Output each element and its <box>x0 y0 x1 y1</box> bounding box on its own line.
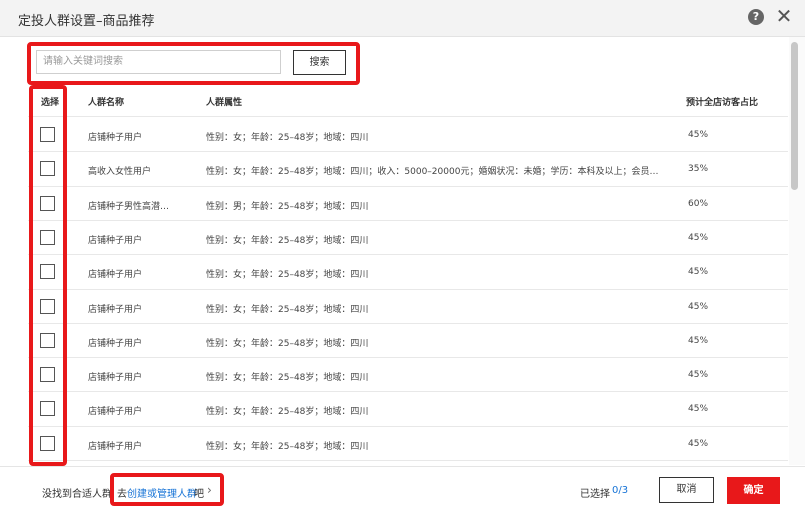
row-checkbox[interactable] <box>40 298 55 314</box>
search-button[interactable]: 搜索 <box>293 50 346 75</box>
row-name: 店铺种子男性高潜… <box>88 201 170 212</box>
header-attributes: 人群属性 <box>206 98 243 108</box>
row-ratio: 45% <box>688 130 709 140</box>
row-name: 店铺种子用户 <box>88 441 143 452</box>
row-attributes: 性别：女；年龄：25–48岁；地域：四川 <box>206 235 369 246</box>
dialog-titlebar: 定投人群设置–商品推荐 ? ✕ <box>0 0 805 37</box>
row-checkbox[interactable] <box>40 367 55 383</box>
row-divider <box>28 151 788 153</box>
row-attributes: 性别：女；年龄：25–48岁；地域：四川 <box>206 338 369 349</box>
manage-crowd-link[interactable]: 创建或管理人群 <box>127 485 197 500</box>
row-attributes: 性别：男；年龄：25–48岁；地域：四川 <box>206 201 369 212</box>
row-divider <box>28 254 788 256</box>
search-placeholder: 请输入关键词搜索 <box>43 56 123 67</box>
footer-link-suffix: 吧 <box>194 489 204 500</box>
row-attributes: 性别：女；年龄：25–48岁；地域：四川 <box>206 304 369 315</box>
cancel-button[interactable]: 取消 <box>659 477 714 503</box>
row-checkbox[interactable] <box>40 264 55 280</box>
row-ratio: 45% <box>688 335 709 346</box>
row-name: 店铺种子用户 <box>88 373 143 384</box>
row-attributes: 性别：女；年龄：25–48岁；地域：四川 <box>206 407 369 418</box>
row-ratio: 45% <box>688 301 709 312</box>
search-input[interactable]: 请输入关键词搜索 <box>36 50 281 74</box>
row-ratio: 45% <box>688 267 709 278</box>
footer-link-prefix: 去 <box>117 489 127 500</box>
row-name: 店铺种子用户 <box>88 407 143 418</box>
row-ratio: 45% <box>688 404 709 415</box>
row-checkbox[interactable] <box>40 332 55 348</box>
row-name: 店铺种子用户 <box>88 304 143 315</box>
row-checkbox[interactable] <box>40 195 55 211</box>
row-checkbox[interactable] <box>40 127 55 142</box>
row-ratio: 35% <box>688 164 709 175</box>
row-name: 店铺种子用户 <box>88 235 143 246</box>
row-name: 高收入女性用户 <box>88 167 152 178</box>
header-name: 人群名称 <box>88 98 125 108</box>
row-divider <box>28 288 788 290</box>
row-ratio: 45% <box>688 438 709 449</box>
row-divider <box>28 322 788 324</box>
row-attributes: 性别：女；年龄：25–48岁；地域：四川 <box>206 133 369 143</box>
row-divider <box>28 425 788 427</box>
row-checkbox[interactable] <box>40 435 55 451</box>
selected-label: 已选择 <box>580 489 610 500</box>
footer-hint: 没找到合适人群 <box>42 489 112 500</box>
row-divider <box>28 185 788 187</box>
row-ratio: 45% <box>688 232 709 243</box>
header-select: 选择 <box>41 98 60 108</box>
row-ratio: 45% <box>688 370 709 381</box>
confirm-button[interactable]: 确定 <box>727 477 780 504</box>
chevron-right-icon[interactable]: › <box>207 483 212 497</box>
scrollbar-thumb[interactable] <box>791 42 798 190</box>
row-checkbox[interactable] <box>40 229 55 245</box>
close-icon[interactable]: ✕ <box>775 6 793 26</box>
help-icon[interactable]: ? <box>748 9 764 25</box>
header-ratio: 预计全店访客占比 <box>686 98 759 108</box>
row-name: 店铺种子用户 <box>88 270 143 281</box>
row-attributes: 性别：女；年龄：25–48岁；地域：四川 <box>206 270 369 281</box>
row-attributes: 性别：女；年龄：25–48岁；地域：四川；收入：5000–20000元；婚姻状况… <box>206 167 659 178</box>
header-divider <box>28 116 788 117</box>
row-name: 店铺种子用户 <box>88 338 143 349</box>
selected-count: 0/3 <box>612 485 629 496</box>
row-ratio: 60% <box>688 198 709 209</box>
row-divider <box>28 219 788 221</box>
row-name: 店铺种子用户 <box>88 133 143 143</box>
row-divider <box>28 460 788 461</box>
row-checkbox[interactable] <box>40 161 55 177</box>
row-divider <box>28 357 788 359</box>
dialog-title: 定投人群设置–商品推荐 <box>18 14 155 29</box>
row-divider <box>28 391 788 393</box>
row-attributes: 性别：女；年龄：25–48岁；地域：四川 <box>206 373 369 384</box>
row-attributes: 性别：女；年龄：25–48岁；地域：四川 <box>206 441 369 452</box>
row-checkbox[interactable] <box>40 401 55 417</box>
